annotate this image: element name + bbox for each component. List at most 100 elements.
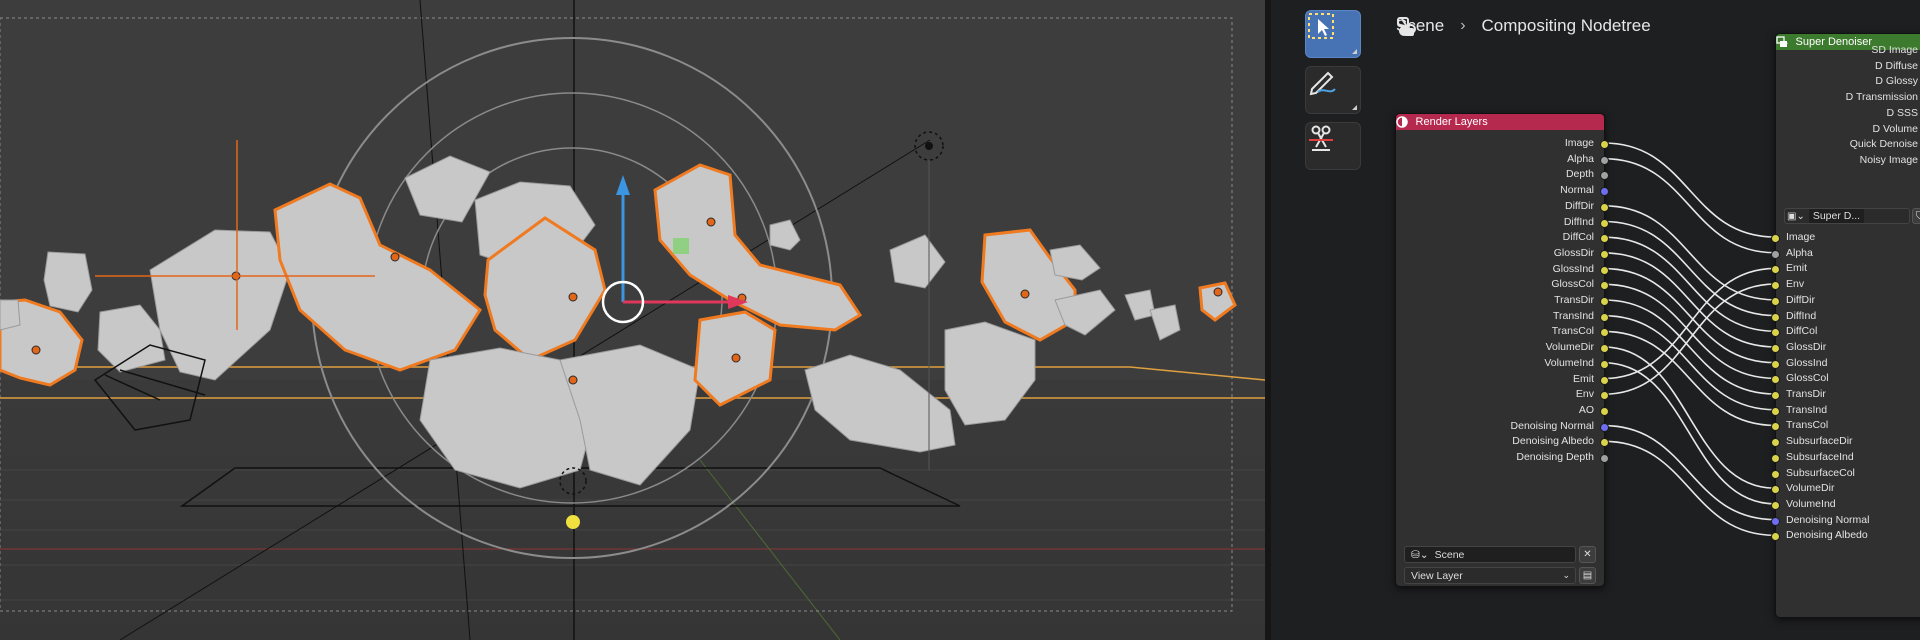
render-layers-node[interactable]: ⌄ Render Layers Image Alpha Depth Normal Dif… <box>1395 113 1609 587</box>
annotate-tool-button[interactable] <box>1305 66 1361 114</box>
socket-ao[interactable] <box>1600 406 1609 416</box>
socket-denoising-depth[interactable] <box>1600 454 1609 463</box>
rl-output-normal: Normal <box>1560 184 1609 197</box>
socket-denoising-normal[interactable] <box>1771 516 1780 526</box>
sd-input-transcol: TransCol <box>1771 419 1828 432</box>
annotate-icon <box>1309 71 1336 96</box>
render-layers-title: Render Layers <box>1415 116 1488 128</box>
socket-glossind[interactable] <box>1600 265 1609 275</box>
socket-alpha[interactable] <box>1771 249 1780 259</box>
sd-input-transdir: TransDir <box>1771 388 1826 400</box>
node-link-diffind[interactable] <box>1603 220 1776 317</box>
node-group-icon[interactable] <box>1776 36 1788 48</box>
sd-output-label: Noisy Image <box>1859 153 1918 166</box>
rl-output-transcol: TransCol <box>1552 325 1609 338</box>
socket-transind[interactable] <box>1600 312 1609 322</box>
node-group-selector[interactable]: ▣⌄ Super D... <box>1784 208 1910 224</box>
rl-output-alpha: Alpha <box>1567 153 1609 165</box>
socket-image[interactable] <box>1600 140 1609 149</box>
sd-input-image: Image <box>1771 231 1815 243</box>
socket-emit[interactable] <box>1600 375 1609 385</box>
sd-input-subsurfacedir: SubsurfaceDir <box>1771 435 1853 448</box>
socket-glosscol[interactable] <box>1771 375 1780 385</box>
scene-data-icon: ⛁⌄ <box>1411 548 1429 561</box>
rl-output-denoising-albedo: Denoising Albedo <box>1512 435 1609 448</box>
socket-denoising-normal[interactable] <box>1600 422 1609 432</box>
node-link-transcol[interactable] <box>1603 330 1776 427</box>
breadcrumb: Scene › Compositing Nodetree <box>1396 16 1651 36</box>
node-link-glossdir[interactable] <box>1603 252 1776 348</box>
sd-output-label: SD Image <box>1871 44 1918 56</box>
sd-input-subsurfacecol: SubsurfaceCol <box>1771 467 1855 479</box>
scene-selector[interactable]: ⛁⌄ Scene <box>1404 546 1576 563</box>
node-link-alpha[interactable] <box>1603 157 1776 254</box>
socket-glossdir[interactable] <box>1600 249 1609 259</box>
cut-links-tool-button[interactable] <box>1305 122 1361 170</box>
socket-volumeind[interactable] <box>1600 359 1609 369</box>
render-layer-button[interactable]: ▤ <box>1579 567 1596 584</box>
sd-input-alpha: Alpha <box>1771 246 1813 259</box>
render-layers-header[interactable]: ⌄ Render Layers <box>1396 114 1604 130</box>
node-link-transdir[interactable] <box>1603 299 1776 395</box>
node-editor[interactable]: Scene › Compositing Nodetree ⌄ Render La… <box>1271 0 1920 640</box>
sd-output-label: D Transmission <box>1845 91 1918 104</box>
node-link-denoising-albedo[interactable] <box>1603 440 1776 537</box>
sd-input-label: VolumeInd <box>1786 497 1836 510</box>
super-denoiser-node[interactable]: ⌄ Super Denoiser SD ImageD DiffuseD Glos… <box>1771 33 1920 618</box>
rl-output-depth: Depth <box>1566 168 1609 181</box>
sd-input-label: Emit <box>1786 262 1807 275</box>
rl-output-diffind: DiffInd <box>1563 215 1609 228</box>
rl-output-label: Denoising Albedo <box>1512 435 1594 448</box>
socket-diffind[interactable] <box>1771 312 1780 322</box>
node-link-image[interactable] <box>1603 142 1776 238</box>
node-link-glossind[interactable] <box>1603 267 1776 364</box>
socket-subsurfaceind[interactable] <box>1771 453 1780 463</box>
socket-transind[interactable] <box>1771 406 1780 416</box>
sd-input-diffdir: DiffDir <box>1771 294 1815 306</box>
node-link-diffcol[interactable] <box>1603 236 1776 332</box>
socket-volumedir[interactable] <box>1771 485 1780 495</box>
sd-input-label: GlossCol <box>1786 372 1829 385</box>
socket-diffind[interactable] <box>1600 218 1609 228</box>
socket-transdir[interactable] <box>1771 391 1780 400</box>
socket-denoising-albedo[interactable] <box>1771 532 1780 542</box>
breadcrumb-nodetree[interactable]: Compositing Nodetree <box>1482 16 1651 36</box>
socket-image[interactable] <box>1771 234 1780 243</box>
rl-output-transdir: TransDir <box>1554 294 1609 306</box>
sd-output-d-transmission: D Transmission <box>1846 91 1918 103</box>
node-link-denoising-normal[interactable] <box>1603 424 1776 521</box>
rl-output-label: DiffDir <box>1565 199 1594 212</box>
select-box-tool-button[interactable] <box>1305 10 1361 58</box>
node-link-diffdir[interactable] <box>1603 205 1776 301</box>
clear-scene-button[interactable]: ✕ <box>1579 546 1596 563</box>
socket-glossdir[interactable] <box>1771 343 1780 353</box>
rl-output-label: Image <box>1564 137 1594 149</box>
node-link-glosscol[interactable] <box>1603 283 1776 380</box>
rl-output-label: DiffInd <box>1563 215 1594 228</box>
socket-diffdir[interactable] <box>1771 296 1780 306</box>
socket-glossind[interactable] <box>1771 359 1780 369</box>
view-layer-selector[interactable]: View Layer ⌄ <box>1404 567 1576 584</box>
rl-output-glossind: GlossInd <box>1553 263 1609 275</box>
fake-user-shield-button[interactable]: ⛉ <box>1912 208 1920 224</box>
sd-output-label: D SSS <box>1886 106 1918 119</box>
socket-transcol[interactable] <box>1771 422 1780 432</box>
rl-output-env: Env <box>1576 388 1609 401</box>
socket-transdir[interactable] <box>1600 297 1609 306</box>
socket-emit[interactable] <box>1771 265 1780 275</box>
rl-output-image: Image <box>1564 137 1609 149</box>
node-link-transind[interactable] <box>1603 314 1776 411</box>
socket-subsurfacedir[interactable] <box>1771 438 1780 448</box>
sd-output-sd-image: SD Image <box>1871 44 1918 56</box>
socket-diffdir[interactable] <box>1600 202 1609 212</box>
sd-input-label: Alpha <box>1786 246 1813 259</box>
sd-input-label: Env <box>1786 278 1805 291</box>
socket-alpha[interactable] <box>1600 155 1609 165</box>
socket-diffcol[interactable] <box>1771 328 1780 338</box>
dropdown-chevron-icon: ⌄ <box>1562 570 1570 580</box>
socket-subsurfacecol[interactable] <box>1771 469 1780 479</box>
socket-volumeind[interactable] <box>1771 500 1780 510</box>
socket-env[interactable] <box>1771 281 1780 291</box>
sd-input-transind: TransInd <box>1771 404 1827 416</box>
3d-viewport[interactable] <box>0 0 1265 640</box>
